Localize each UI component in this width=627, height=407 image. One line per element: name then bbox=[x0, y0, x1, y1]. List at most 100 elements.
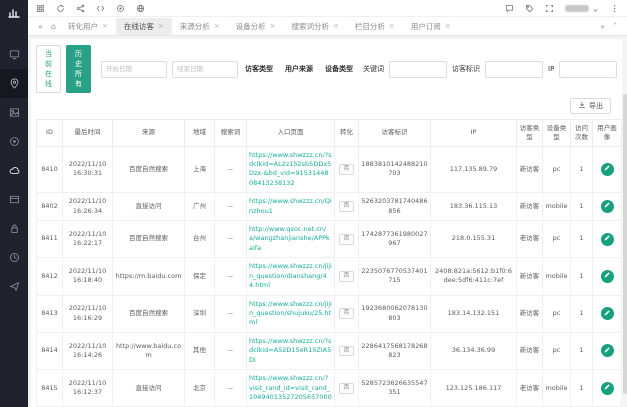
tag-icon[interactable] bbox=[525, 4, 534, 13]
col-header-12: 用户画像 bbox=[593, 120, 622, 147]
tab-0[interactable]: 转化用户× bbox=[60, 18, 116, 35]
cell-device-type: pc bbox=[543, 146, 571, 193]
user-source-select-label: 用户来源 bbox=[285, 64, 313, 74]
tab-bar: « ⌂ 转化用户×在线访客×来源分析×设备分析×搜索词分析×栏目分析×用户订阅×… bbox=[28, 17, 627, 36]
cell-user-profile bbox=[593, 193, 622, 221]
table-row: 84112022/11/1016:22:17百度自然搜索台州--http://w… bbox=[37, 221, 622, 258]
cell-source: 百度自然搜索 bbox=[113, 146, 185, 193]
start-date-input[interactable] bbox=[101, 61, 167, 78]
tab-close-icon[interactable]: × bbox=[102, 22, 108, 30]
entry-page-link[interactable]: https://www.shwzzz.cn/?visit_rand_id=vis… bbox=[249, 374, 332, 401]
ip-input[interactable] bbox=[559, 61, 617, 78]
share-icon[interactable] bbox=[76, 4, 85, 13]
history-all-button[interactable]: 历史所有 bbox=[66, 45, 91, 93]
current-online-button[interactable]: 当前在线 bbox=[36, 45, 61, 93]
edit-profile-button[interactable] bbox=[601, 270, 614, 283]
sidebar-item-send-icon[interactable] bbox=[0, 272, 28, 301]
col-header-8: IP bbox=[431, 120, 517, 147]
col-header-1: 最后时间 bbox=[63, 120, 113, 147]
entry-page-link[interactable]: https://www.shwzzz.cn/Qinzhou1 bbox=[249, 197, 332, 214]
edit-profile-button[interactable] bbox=[601, 307, 614, 320]
entry-page-link[interactable]: https://www.shwzzz.cn/?sdclkid=A52D15eR1… bbox=[249, 337, 332, 364]
entry-page-link[interactable]: https://www.shwzzz.cn/jijin_question/dia… bbox=[249, 262, 332, 289]
tab-label: 用户订阅 bbox=[411, 21, 441, 32]
edit-profile-button[interactable] bbox=[601, 344, 614, 357]
tabs-dropdown-icon[interactable]: ˅ bbox=[609, 22, 621, 31]
cell-id: 8402 bbox=[37, 193, 63, 221]
sidebar-item-image-icon[interactable] bbox=[0, 98, 28, 127]
cell-region: 上海 bbox=[185, 146, 215, 193]
entry-page-link[interactable]: https://www.shwzzz.cn/jijin_question/shu… bbox=[249, 300, 332, 327]
tab-close-icon[interactable]: × bbox=[158, 22, 164, 30]
menu-grid-icon[interactable] bbox=[36, 4, 45, 13]
cell-entry-page: https://www.shwzzz.cn/?visit_rand_id=vis… bbox=[247, 370, 335, 407]
sidebar-item-lock-icon[interactable] bbox=[0, 214, 28, 243]
tab-close-icon[interactable]: × bbox=[445, 22, 451, 30]
tab-close-icon[interactable]: × bbox=[270, 22, 276, 30]
edit-profile-button[interactable] bbox=[601, 200, 614, 213]
pencil-icon bbox=[604, 164, 611, 174]
user-source-select[interactable]: 用户来源 bbox=[283, 64, 318, 74]
edit-profile-button[interactable] bbox=[601, 233, 614, 246]
device-type-select[interactable]: 设备类型 bbox=[323, 64, 358, 74]
scrollbar-thumb[interactable] bbox=[623, 94, 627, 394]
cell-id: 8410 bbox=[37, 146, 63, 193]
tab-1[interactable]: 在线访客 × bbox=[116, 18, 172, 35]
cell-source: 百度自然搜索 bbox=[113, 221, 185, 258]
cell-source: 直接访问 bbox=[113, 193, 185, 221]
vertical-scrollbar[interactable] bbox=[622, 36, 627, 407]
sidebar-item-target-icon[interactable] bbox=[0, 127, 28, 156]
sidebar-item-panel-icon[interactable] bbox=[0, 185, 28, 214]
sidebar-item-monitor-icon[interactable] bbox=[0, 40, 28, 69]
user-menu[interactable] bbox=[565, 0, 599, 18]
cell-last-time: 2022/11/1016:14:26 bbox=[63, 332, 113, 369]
admin-app: « ⌂ 转化用户×在线访客×来源分析×设备分析×搜索词分析×栏目分析×用户订阅×… bbox=[0, 0, 627, 407]
visitor-type-select[interactable]: 访客类型 bbox=[243, 64, 278, 74]
visitor-id-input[interactable] bbox=[485, 61, 543, 78]
edit-profile-button[interactable] bbox=[601, 382, 614, 395]
end-date-input[interactable] bbox=[172, 61, 238, 78]
cell-last-time: 2022/11/1016:22:17 bbox=[63, 221, 113, 258]
col-header-7: 访客标识 bbox=[359, 120, 431, 147]
more-vertical-icon[interactable] bbox=[610, 4, 619, 13]
sidebar-item-clock-icon[interactable] bbox=[0, 243, 28, 272]
tabs-collapse-icon[interactable]: « bbox=[34, 22, 47, 31]
refresh-icon[interactable] bbox=[56, 4, 65, 13]
globe-icon[interactable] bbox=[136, 4, 145, 13]
entry-page-link[interactable]: https://www.shwzzz.cn/?sdclkid=AL2z152sb… bbox=[249, 151, 332, 187]
convert-badge: 否 bbox=[339, 234, 353, 245]
chat-icon[interactable] bbox=[505, 4, 514, 13]
keyword-input[interactable] bbox=[389, 61, 447, 78]
pencil-icon bbox=[604, 346, 611, 356]
tab-5[interactable]: 栏目分析× bbox=[347, 18, 403, 35]
tab-label: 在线访客 bbox=[124, 21, 154, 32]
table-row: 84152022/11/1016:12:37直接访问北京--https://ww… bbox=[37, 370, 622, 407]
tab-close-icon[interactable]: × bbox=[389, 22, 395, 30]
target-icon bbox=[9, 136, 20, 147]
entry-page-link[interactable]: http://www.qsoc.net.cn/a/wangzhanjianshe… bbox=[249, 225, 330, 252]
cell-entry-page: https://www.shwzzz.cn/jijin_question/shu… bbox=[247, 295, 335, 332]
sidebar-item-cloud-icon[interactable] bbox=[0, 156, 28, 185]
target-dot-icon[interactable] bbox=[116, 4, 125, 13]
cell-region: 台州 bbox=[185, 221, 215, 258]
sidebar-item-location-pin-icon[interactable] bbox=[0, 69, 28, 98]
tab-close-icon[interactable]: × bbox=[214, 22, 220, 30]
edit-profile-button[interactable] bbox=[601, 163, 614, 176]
tab-6[interactable]: 用户订阅 × bbox=[403, 18, 459, 35]
tabs-overflow-icon[interactable]: » bbox=[596, 22, 609, 31]
tab-label: 搜索词分析 bbox=[291, 21, 329, 32]
tab-4[interactable]: 搜索词分析 × bbox=[283, 18, 346, 35]
code-icon[interactable] bbox=[96, 4, 105, 13]
cell-visit-count: 1 bbox=[571, 295, 593, 332]
table-row: 84122022/11/1016:18:40https://m.baidu.co… bbox=[37, 258, 622, 295]
table-row: 84132022/11/1016:16:29百度自然搜索深圳--https://… bbox=[37, 295, 622, 332]
expand-icon[interactable] bbox=[545, 4, 554, 13]
tab-2[interactable]: 来源分析× bbox=[172, 18, 228, 35]
export-button[interactable]: 导出 bbox=[570, 98, 611, 114]
home-tab-icon[interactable]: ⌂ bbox=[47, 22, 60, 31]
tab-3[interactable]: 设备分析× bbox=[228, 18, 284, 35]
app-logo[interactable] bbox=[0, 0, 28, 26]
tab-close-icon[interactable]: × bbox=[333, 22, 339, 30]
clock-icon bbox=[9, 252, 20, 263]
location-pin-icon bbox=[9, 78, 20, 89]
